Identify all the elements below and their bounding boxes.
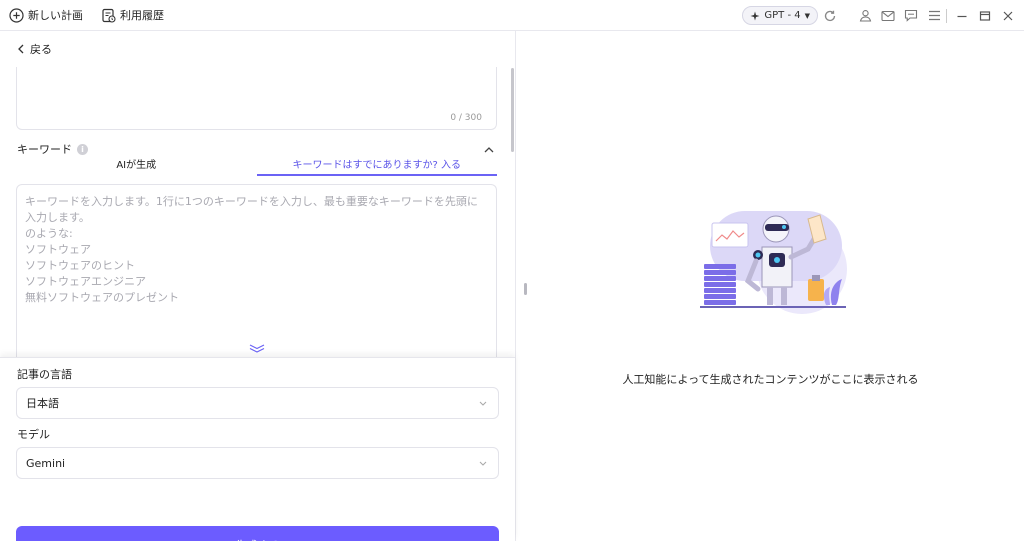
refresh-button[interactable] (822, 8, 838, 24)
model-label: モデル (17, 428, 50, 441)
left-panel: 戻る 0 / 300 キーワード i AIが生成 キーワードはすでにありますか?… (0, 31, 516, 541)
settings-footer: 記事の言語 日本語 モデル Gemini 生成する (0, 357, 515, 541)
language-value: 日本語 (26, 397, 59, 410)
toolbar-divider (946, 8, 947, 23)
tab-ai-generate[interactable]: AIが生成 (16, 158, 257, 176)
model-select[interactable]: Gemini (16, 447, 499, 479)
tab-manual-keywords[interactable]: キーワードはすでにありますか? 入る (256, 158, 497, 176)
history-button[interactable]: 利用履歴 (101, 7, 164, 23)
restore-button[interactable] (977, 8, 993, 24)
refresh-icon (824, 10, 836, 21)
keyword-input[interactable]: キーワードを入力します。1行に1つのキーワードを入力し、最も重要なキーワードを先… (16, 184, 497, 359)
plus-circle-icon (9, 7, 24, 23)
menu-icon (928, 10, 940, 21)
account-button[interactable] (857, 8, 873, 24)
model-selector-pill[interactable]: GPT - 4 ▼ (742, 6, 818, 25)
expand-button[interactable] (249, 343, 265, 356)
generate-button[interactable]: 生成する (16, 526, 499, 541)
new-plan-button[interactable]: 新しい計画 (9, 7, 83, 23)
title-bar: 新しい計画 利用履歴 GPT - 4 ▼ (0, 0, 1024, 31)
chevron-left-icon (18, 44, 24, 54)
keyword-title: キーワード (17, 143, 72, 156)
feedback-button[interactable] (903, 8, 919, 24)
restore-icon (979, 10, 991, 21)
chat-icon (904, 9, 918, 22)
close-icon (1003, 11, 1013, 20)
keyword-section-header: キーワード i (17, 141, 88, 157)
mail-icon (881, 10, 895, 21)
user-icon (859, 10, 871, 22)
menu-button[interactable] (926, 8, 942, 24)
robot-illustration (700, 211, 847, 314)
sparkle-icon (750, 11, 760, 20)
minimize-icon (957, 15, 967, 17)
history-label: 利用履歴 (120, 9, 164, 22)
scrollbar[interactable] (511, 68, 514, 152)
back-button[interactable]: 戻る (17, 41, 52, 57)
new-plan-label: 新しい計画 (28, 9, 83, 22)
mail-button[interactable] (880, 8, 896, 24)
chevron-down-icon (479, 461, 487, 466)
keyword-tabs: AIが生成 キーワードはすでにありますか? 入る (16, 158, 497, 176)
chevron-down-icon (479, 401, 487, 406)
chevron-up-icon (484, 147, 494, 153)
output-panel: 人工知能によって生成されたコンテンツがここに表示される (517, 31, 1024, 541)
output-placeholder-message: 人工知能によって生成されたコンテンツがここに表示される (622, 373, 919, 386)
description-textarea[interactable]: 0 / 300 (16, 67, 497, 130)
back-label: 戻る (30, 43, 52, 56)
language-select[interactable]: 日本語 (16, 387, 499, 419)
close-button[interactable] (1000, 8, 1016, 24)
language-label: 記事の言語 (17, 368, 72, 381)
resize-handle[interactable] (524, 283, 527, 295)
model-value: Gemini (26, 456, 66, 470)
collapse-button[interactable] (484, 143, 494, 156)
history-icon (102, 8, 116, 23)
double-chevron-down-icon (249, 344, 265, 353)
caret-down-icon: ▼ (804, 11, 810, 20)
character-counter: 0 / 300 (450, 113, 482, 123)
minimize-button[interactable] (954, 8, 970, 24)
model-pill-label: GPT - 4 (764, 10, 801, 21)
info-icon[interactable]: i (77, 143, 88, 155)
